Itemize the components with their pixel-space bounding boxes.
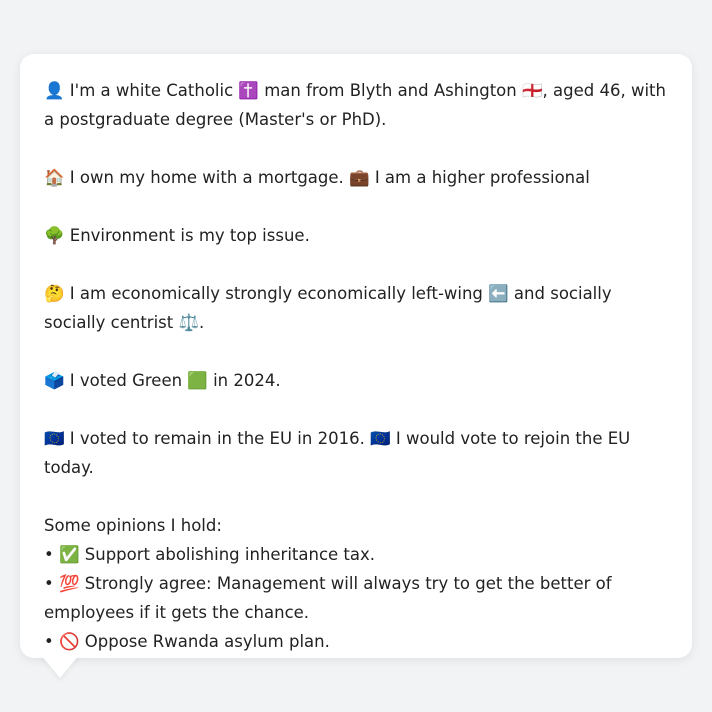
issue-text: 🌳 Environment is my top issue. [44,226,310,245]
vote-text: 🗳️ I voted Green 🟩 in 2024. [44,371,281,390]
opinion-item: • 💯 Strongly agree: Management will alwa… [44,574,612,622]
politics-text: 🤔 I am economically strongly economicall… [44,284,612,332]
message-bubble: 👤 I'm a white Catholic ✝️ man from Blyth… [20,54,692,658]
home-text: 🏠 I own my home with a mortgage. 💼 I am … [44,168,590,187]
opinion-item: • ✅ Support abolishing inheritance tax. [44,545,376,564]
eu-text: 🇪🇺 I voted to remain in the EU in 2016. … [44,429,631,477]
opinions-header: Some opinions I hold: [44,516,222,535]
opinion-item: • 🚫 Oppose Rwanda asylum plan. [44,632,330,651]
identity-text: 👤 I'm a white Catholic ✝️ man from Blyth… [44,81,666,129]
bubble-tail [40,654,80,678]
